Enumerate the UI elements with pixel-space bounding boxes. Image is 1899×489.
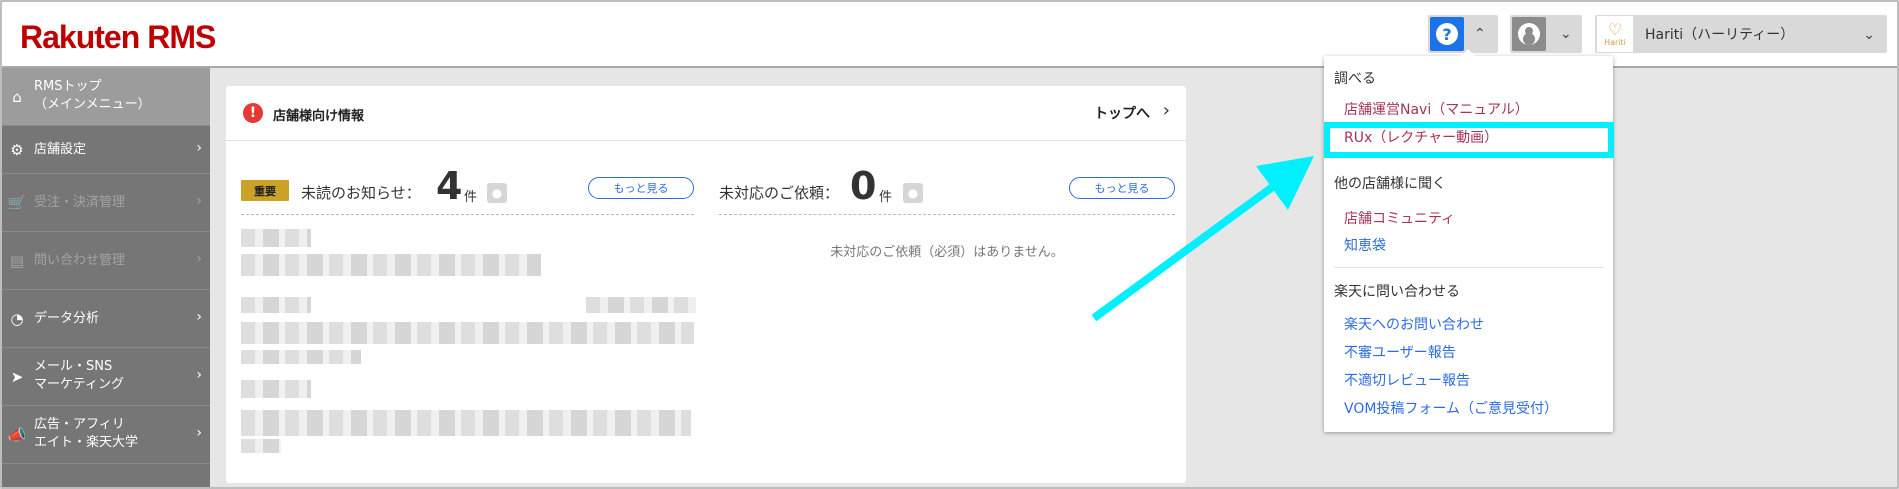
important-badge: 重要 — [241, 180, 289, 201]
dropdown-heading-contact-rakuten: 楽天に問い合わせる — [1334, 284, 1460, 300]
card-title: 店舗様向け情報 — [273, 109, 365, 124]
user-menu-button[interactable]: ⌄ — [1510, 15, 1582, 53]
link-store-navi-manual[interactable]: 店舗運営Navi（マニュアル） — [1344, 99, 1529, 119]
sidebar-item-label: 受注・決済管理 — [34, 195, 126, 210]
tip-icon[interactable]: ● — [487, 183, 507, 203]
sidebar-nav: ⌂ RMSトップ （メインメニュー） ⚙ 店舗設定 › 🛒 受注・決済管理 › … — [2, 68, 210, 487]
count-unit: 件 — [879, 190, 893, 205]
blurred-notice-title[interactable] — [241, 350, 361, 364]
store-logo: ♡ Hariti — [1597, 16, 1633, 52]
chevron-right-icon: › — [196, 367, 202, 383]
sidebar-item-label: メール・SNS — [34, 359, 113, 374]
sidebar-item-mail-sns-marketing[interactable]: ➤ メール・SNS マーケティング › — [2, 348, 210, 406]
send-icon: ➤ — [10, 368, 24, 386]
logo-brand: Rakuten — [20, 18, 140, 55]
sidebar-item-data-analysis[interactable]: ◔ データ分析 › — [2, 290, 210, 348]
pending-requests-count: 0 — [850, 164, 877, 208]
cart-icon: 🛒 — [7, 194, 27, 212]
help-menu-button[interactable]: ? ⌃ — [1428, 15, 1498, 53]
annotation-arrow — [1091, 156, 1314, 322]
blurred-notice-title[interactable] — [241, 439, 281, 453]
store-info-card: ! 店舗様向け情報 トップへ › 重要 未読のお知らせ： 4 件 ● もっと見る… — [226, 86, 1186, 483]
blurred-notice-date — [241, 229, 311, 247]
sidebar-item-rms-top[interactable]: ⌂ RMSトップ （メインメニュー） — [2, 68, 210, 126]
unread-notices-label: 未読のお知らせ： — [301, 184, 421, 202]
card-header: ! 店舗様向け情報 トップへ › — [226, 86, 1186, 141]
chevron-right-icon: › — [196, 251, 202, 267]
link-inappropriate-review-report[interactable]: 不適切レビュー報告 — [1344, 370, 1470, 390]
rakuten-rms-logo[interactable]: Rakuten RMS — [20, 18, 216, 55]
blurred-notice-date — [241, 380, 311, 398]
count-unit: 件 — [464, 190, 478, 205]
annotation-highlight-box — [1324, 122, 1614, 158]
pie-chart-icon: ◔ — [10, 310, 24, 328]
store-name: Hariti（ハーリティー） — [1645, 27, 1795, 43]
chevron-down-icon: ⌄ — [1863, 27, 1875, 43]
unread-notices-count: 4 — [436, 164, 463, 208]
chevron-up-icon: ⌃ — [1474, 26, 1486, 42]
link-chiebukuro[interactable]: 知恵袋 — [1344, 235, 1386, 255]
chevron-right-icon: › — [196, 193, 202, 209]
blurred-notice-title[interactable] — [241, 254, 541, 276]
help-icon: ? — [1430, 17, 1464, 51]
dropdown-heading-ask-stores: 他の店舗様に聞く — [1334, 176, 1446, 192]
link-vom-feedback-form[interactable]: VOM投稿フォーム（ご意見受付） — [1344, 398, 1558, 418]
user-avatar-icon — [1512, 17, 1546, 51]
sidebar-item-label: （メインメニュー） — [34, 97, 151, 112]
sidebar-item-label: マーケティング — [34, 377, 124, 392]
sidebar-item-label: RMSトップ — [34, 79, 102, 94]
pending-requests-label: 未対応のご依頼： — [719, 184, 840, 202]
sidebar-item-label: エイト・楽天大学 — [34, 435, 139, 450]
notices-more-button[interactable]: もっと見る — [588, 177, 694, 199]
chevron-down-icon: ⌄ — [1560, 26, 1572, 42]
store-selector[interactable]: ♡ Hariti Hariti（ハーリティー） ⌄ — [1595, 15, 1887, 53]
blurred-notice-title[interactable] — [241, 410, 691, 436]
chat-icon: ▤ — [9, 252, 25, 270]
sidebar-item-store-settings[interactable]: ⚙ 店舗設定 › — [2, 126, 210, 174]
help-dropdown-menu: 調べる 店舗運営Navi（マニュアル） RUx（レクチャー動画） 他の店舗様に聞… — [1324, 49, 1613, 432]
sidebar-item-label: 広告・アフィリ — [34, 417, 125, 432]
to-top-link[interactable]: トップへ — [1094, 103, 1150, 123]
blurred-notice-date — [241, 297, 311, 313]
blurred-notice-title[interactable] — [241, 322, 694, 344]
sidebar-item-label: 店舗設定 — [34, 142, 87, 157]
logo-product: RMS — [147, 18, 216, 55]
home-icon: ⌂ — [12, 88, 22, 106]
chevron-right-icon: › — [196, 309, 202, 325]
store-logo-text: Hariti — [1604, 37, 1626, 47]
divider — [241, 214, 694, 215]
unread-notices-section: 重要 未読のお知らせ： 4 件 ● もっと見る — [241, 164, 694, 208]
app-window: Rakuten RMS ? ⌃ ⌄ ♡ Hariti Hariti（ハーリティー… — [0, 0, 1899, 489]
link-store-community[interactable]: 店舗コミュニティ — [1344, 208, 1455, 228]
sidebar-item-ads-affiliate[interactable]: 📣 広告・アフィリ エイト・楽天大学 › — [2, 406, 210, 464]
blurred-notice-tag — [586, 297, 696, 313]
link-suspicious-user-report[interactable]: 不審ユーザー報告 — [1344, 342, 1456, 362]
chevron-right-icon[interactable]: › — [1163, 100, 1170, 121]
sidebar-item-orders: 🛒 受注・決済管理 › — [2, 174, 210, 232]
heart-icon: ♡ — [1607, 19, 1623, 39]
dropdown-heading-search: 調べる — [1334, 71, 1376, 87]
chevron-right-icon: › — [196, 425, 202, 441]
chevron-right-icon: › — [196, 140, 202, 156]
link-rakuten-inquiry[interactable]: 楽天へのお問い合わせ — [1344, 314, 1484, 334]
megaphone-icon: 📣 — [7, 426, 27, 444]
sidebar-item-label: 問い合わせ管理 — [34, 253, 126, 268]
alert-icon: ! — [243, 103, 263, 123]
tip-icon[interactable]: ● — [903, 183, 923, 203]
divider — [1334, 267, 1603, 268]
gear-icon: ⚙ — [10, 141, 24, 159]
sidebar-item-label: データ分析 — [34, 311, 100, 326]
sidebar-item-inquiries: ▤ 問い合わせ管理 › — [2, 232, 210, 290]
